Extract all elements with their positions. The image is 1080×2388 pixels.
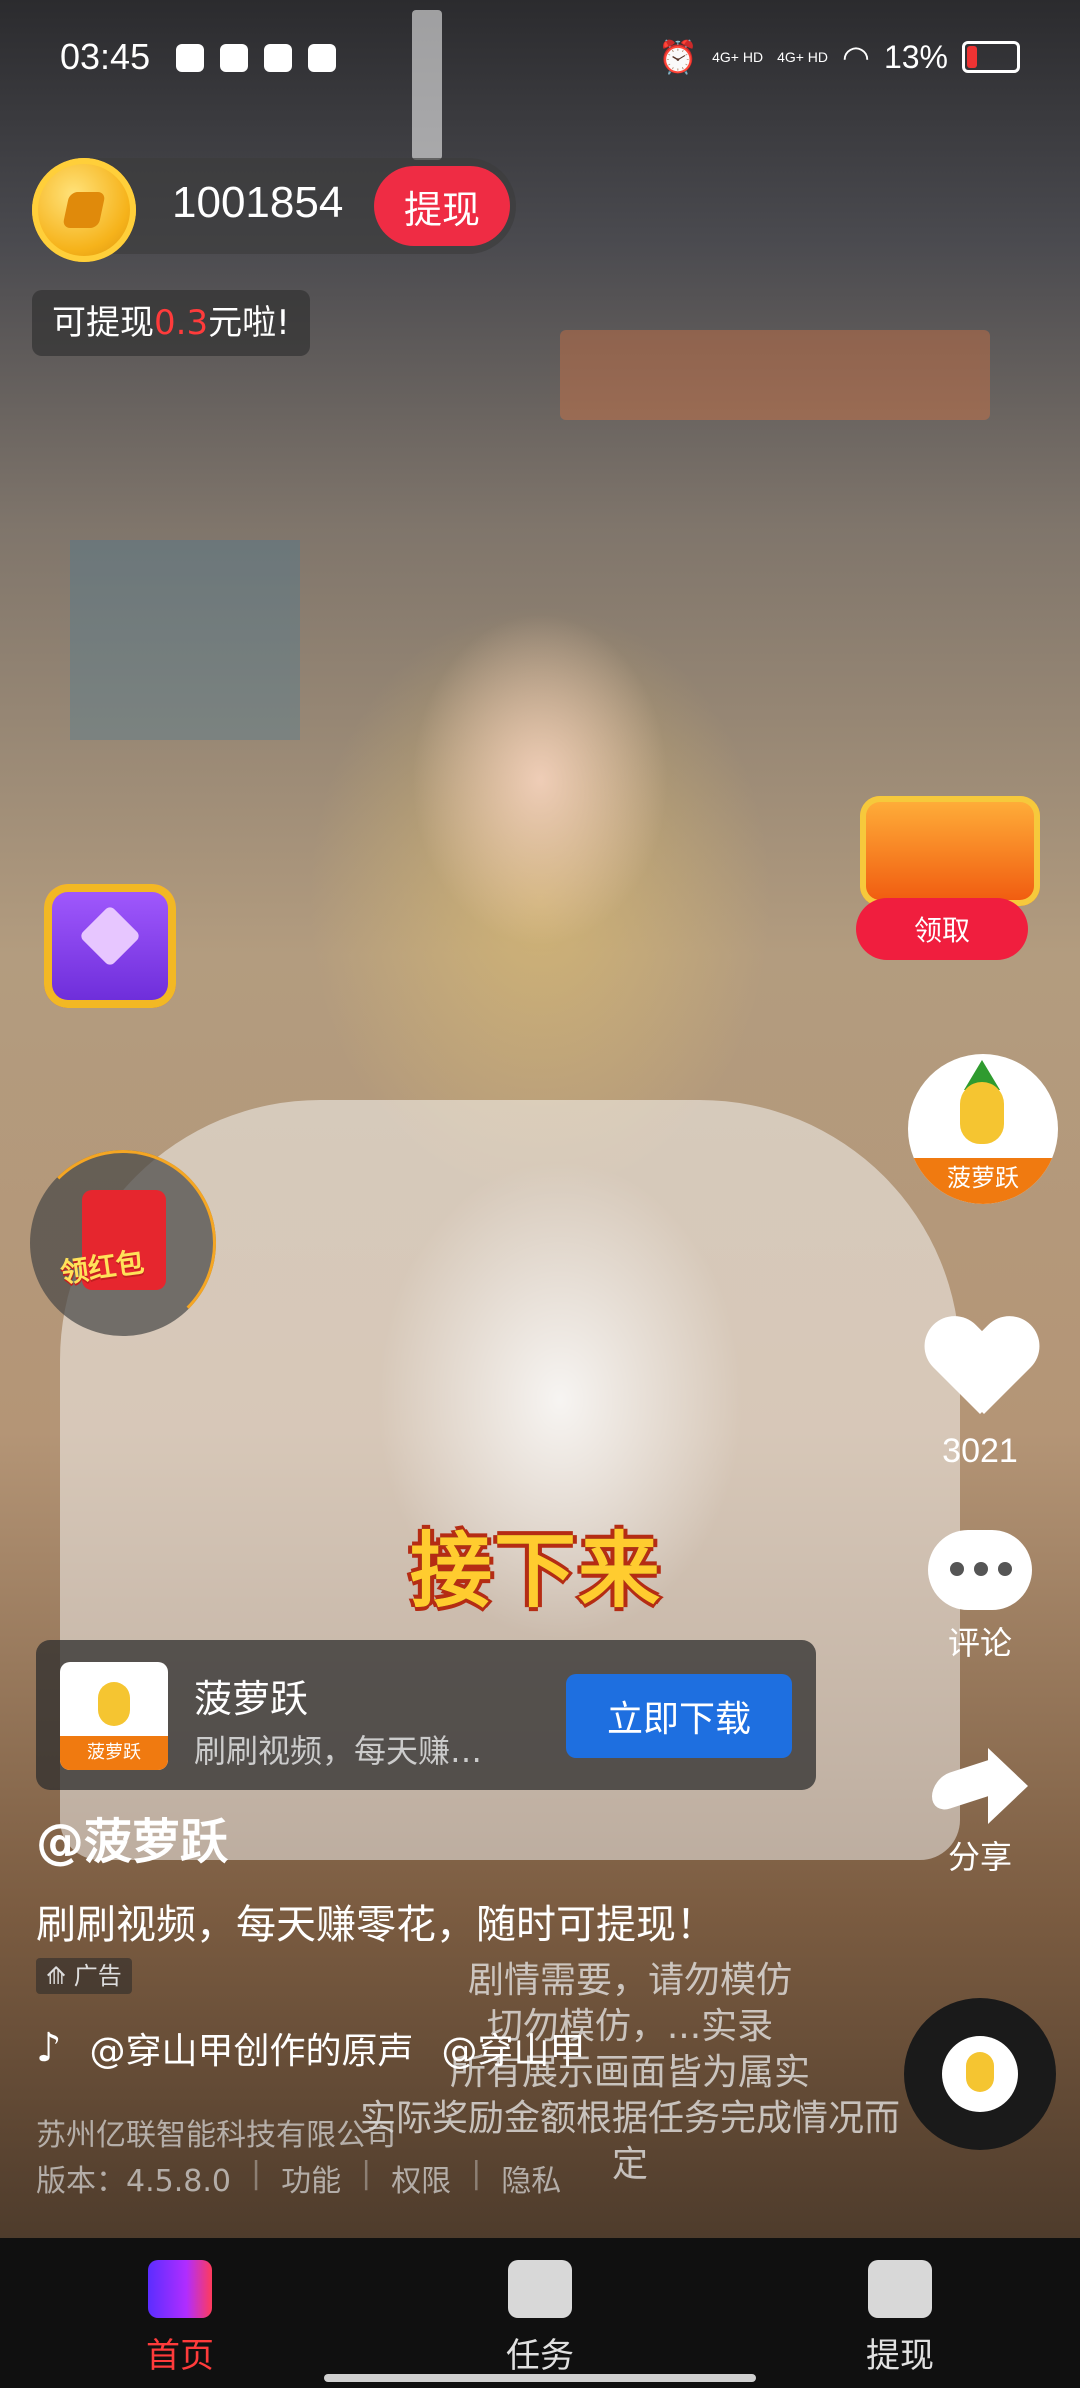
ad-logo-icon: ⟰ <box>46 1962 74 1990</box>
bottom-nav: 首页 任务 提现 <box>0 2238 1080 2388</box>
share-label: 分享 <box>947 1838 1012 1876</box>
video-caption: 接下来 <box>410 1524 663 1619</box>
share-action[interactable]: 分享 <box>910 1744 1050 1878</box>
comment-action[interactable]: 评论 <box>910 1530 1050 1664</box>
author-avatar[interactable]: 菠萝跃 <box>908 1054 1058 1204</box>
music-info[interactable]: ♪ @穿山甲创作的原声 @穿山甲 <box>36 2022 586 2074</box>
vivo-icon <box>308 44 336 72</box>
tip-amount: 0.3 <box>154 303 209 343</box>
ad-tag: ⟰ 广告 <box>36 1958 132 1994</box>
tip-suffix: 元啦! <box>208 303 290 343</box>
music-author: @穿山甲 <box>441 2031 586 2072</box>
like-count: 3021 <box>942 1432 1018 1470</box>
download-button[interactable]: 立即下载 <box>566 1674 792 1758</box>
video-description: 刷刷视频，每天赚零花，随时可提现！ <box>36 1902 716 1948</box>
version-text: 版本：4.5.8.0 <box>36 2164 231 2199</box>
notification-icons <box>176 44 336 72</box>
ad-card[interactable]: 菠萝跃 菠萝跃 刷刷视频，每天赚… 立即下载 <box>36 1640 816 1790</box>
comment-icon[interactable] <box>928 1530 1032 1610</box>
message-icon <box>220 44 248 72</box>
music-title: @穿山甲创作的原声 <box>89 2031 414 2072</box>
ad-subtitle: 刷刷视频，每天赚… <box>194 1732 483 1770</box>
tiktok-icon: ♪ <box>36 2025 62 2071</box>
status-bar: 03:45 ⏰ 4G+ HD 4G+ HD ◠ 13% <box>0 0 1080 120</box>
sim-icon <box>176 44 204 72</box>
coin-count: 1001854 <box>172 178 344 227</box>
like-action[interactable]: 3021 <box>910 1318 1050 1471</box>
nav-home[interactable]: 首页 <box>80 2238 280 2388</box>
app-logo-label: 菠萝跃 <box>60 1736 168 1770</box>
tip-prefix: 可提现 <box>52 303 154 343</box>
ad-app-name: 菠萝跃 <box>194 1677 309 1721</box>
nav-tasks-label: 任务 <box>506 2336 574 2376</box>
heart-icon[interactable] <box>924 1318 1036 1416</box>
withdraw-button[interactable]: 提现 <box>374 166 510 246</box>
alarm-icon: ⏰ <box>658 39 699 75</box>
battery-icon <box>962 41 1020 73</box>
telegram-icon <box>264 44 292 72</box>
username[interactable]: @菠萝跃 <box>36 1802 228 1872</box>
company-name: 苏州亿联智能科技有限公司 <box>36 2118 396 2153</box>
share-icon[interactable] <box>932 1744 1028 1824</box>
coin-balance-bar[interactable]: 1001854 提现 <box>32 158 516 262</box>
network-indicator-2: 4G+ HD <box>777 49 829 65</box>
nav-withdraw[interactable]: 提现 <box>800 2238 1000 2388</box>
nav-tasks[interactable]: 任务 <box>440 2238 640 2388</box>
video-screen[interactable]: 03:45 ⏰ 4G+ HD 4G+ HD ◠ 13% 1001854 提现 可… <box>0 0 1080 2388</box>
comment-label: 评论 <box>947 1624 1012 1662</box>
gift-chest-icon[interactable] <box>860 796 1040 906</box>
wifi-icon: ◠ <box>842 39 870 75</box>
app-logo: 菠萝跃 <box>60 1662 168 1770</box>
claim-button[interactable]: 领取 <box>856 898 1028 960</box>
version-row: 版本：4.5.8.0 | 功能 | 权限 | 隐私 <box>36 2156 562 2200</box>
disclaimer-line: 剧情需要，请勿模仿 <box>467 1960 792 2001</box>
permissions-link[interactable]: 权限 <box>391 2156 451 2200</box>
treasure-chest-icon[interactable] <box>44 884 176 1008</box>
home-indicator[interactable] <box>324 2374 756 2382</box>
status-time: 03:45 <box>60 36 151 77</box>
network-indicator-1: 4G+ HD <box>712 49 764 65</box>
task-list-icon <box>508 2260 572 2318</box>
video-camera-icon <box>148 2260 212 2318</box>
status-right: ⏰ 4G+ HD 4G+ HD ◠ 13% <box>658 38 1020 76</box>
pineapple-icon <box>98 1682 130 1726</box>
battery-percent: 13% <box>883 38 948 75</box>
pineapple-icon <box>960 1082 1004 1144</box>
wallet-icon <box>868 2260 932 2318</box>
music-disc-icon[interactable] <box>904 1998 1056 2150</box>
avatar-label: 菠萝跃 <box>908 1158 1058 1204</box>
withdraw-tip: 可提现0.3元啦! <box>32 290 310 356</box>
gold-coin-icon <box>32 158 136 262</box>
features-link[interactable]: 功能 <box>281 2156 341 2200</box>
red-packet-widget[interactable]: 领红包 <box>30 1150 216 1336</box>
privacy-link[interactable]: 隐私 <box>501 2156 561 2200</box>
nav-withdraw-label: 提现 <box>866 2336 934 2376</box>
wall-menu-board <box>70 540 300 740</box>
ad-tag-text: 广告 <box>73 1962 122 1990</box>
nav-home-label: 首页 <box>146 2336 214 2376</box>
restaurant-sign <box>560 330 990 420</box>
